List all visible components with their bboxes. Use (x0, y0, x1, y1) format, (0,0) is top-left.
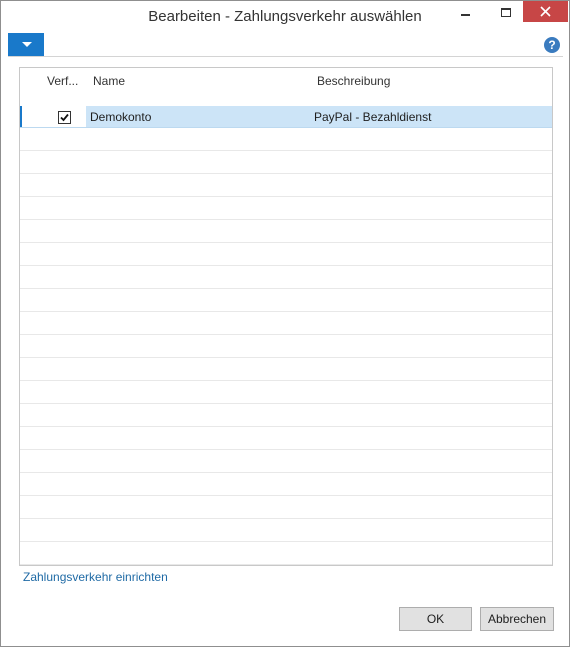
empty-table-row[interactable] (20, 290, 552, 312)
empty-table-row[interactable] (20, 451, 552, 473)
empty-table-row[interactable] (20, 175, 552, 197)
ok-button[interactable]: OK (399, 607, 472, 631)
help-icon[interactable]: ? (544, 37, 560, 53)
empty-table-row[interactable] (20, 221, 552, 243)
toolbar: ? (8, 33, 563, 57)
description-cell[interactable]: PayPal - Bezahldienst (314, 110, 431, 124)
column-header-name[interactable]: Name (93, 74, 125, 88)
row-selector-cell[interactable] (22, 106, 86, 127)
empty-table-row[interactable] (20, 336, 552, 358)
empty-table-row[interactable] (20, 267, 552, 289)
column-header-available[interactable]: Verf... (47, 74, 78, 88)
cancel-button[interactable]: Abbrechen (480, 607, 554, 631)
name-cell[interactable]: Demokonto (90, 110, 151, 124)
dialog-window: Bearbeiten - Zahlungsverkehr auswählen ?… (0, 0, 570, 647)
column-header-description[interactable]: Beschreibung (317, 74, 390, 88)
empty-table-row[interactable] (20, 313, 552, 335)
title-bar[interactable]: Bearbeiten - Zahlungsverkehr auswählen (1, 1, 569, 31)
available-checkbox[interactable] (58, 111, 71, 124)
setup-payment-link[interactable]: Zahlungsverkehr einrichten (23, 570, 168, 584)
maximize-button[interactable] (493, 1, 521, 25)
close-button[interactable] (523, 1, 568, 22)
empty-table-row[interactable] (20, 382, 552, 404)
window-title: Bearbeiten - Zahlungsverkehr auswählen (148, 8, 422, 25)
empty-table-row[interactable] (20, 359, 552, 381)
checkmark-icon (60, 113, 69, 122)
empty-table-row[interactable] (20, 428, 552, 450)
minimize-button[interactable] (452, 1, 480, 25)
empty-table-row[interactable] (20, 198, 552, 220)
empty-table-row[interactable] (20, 520, 552, 542)
empty-table-row[interactable] (20, 543, 552, 565)
empty-table-row[interactable] (20, 405, 552, 427)
empty-table-row[interactable] (20, 152, 552, 174)
table-row[interactable]: Demokonto PayPal - Bezahldienst (20, 106, 552, 128)
empty-table-row[interactable] (20, 474, 552, 496)
actions-menu-button[interactable] (8, 33, 44, 56)
empty-table-row[interactable] (20, 497, 552, 519)
empty-table-row[interactable] (20, 244, 552, 266)
close-icon (540, 6, 551, 17)
payment-methods-table: Verf... Name Beschreibung Demokonto PayP… (19, 67, 553, 566)
empty-table-row[interactable] (20, 129, 552, 151)
table-header: Verf... Name Beschreibung (20, 68, 552, 104)
